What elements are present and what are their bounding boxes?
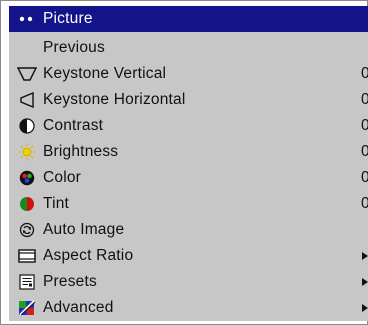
menu-item-value: 0 xyxy=(361,91,368,108)
menu-item-contrast[interactable]: Contrast 0 xyxy=(9,113,368,139)
menu-item-label: Keystone Vertical xyxy=(43,65,167,82)
menu-title: Picture xyxy=(43,10,93,27)
menu-item-value: 0 xyxy=(361,169,368,186)
menu-item-label: Color xyxy=(43,169,82,186)
menu-item-label: Keystone Horizontal xyxy=(43,91,186,108)
brightness-icon xyxy=(17,143,37,161)
menu-item-label: Auto Image xyxy=(43,221,125,238)
menu-item-advanced[interactable]: Advanced xyxy=(9,295,368,321)
menu-item-aspect-ratio[interactable]: Aspect Ratio xyxy=(9,243,368,269)
auto-image-icon xyxy=(17,221,37,239)
tint-icon xyxy=(17,195,37,213)
menu-item-label: Presets xyxy=(43,273,97,290)
menu-item-value: 0 xyxy=(361,117,368,134)
submenu-arrow-icon xyxy=(362,252,368,260)
menu-item-keystone-horizontal[interactable]: Keystone Horizontal 0 xyxy=(9,87,368,113)
presets-icon xyxy=(17,273,37,291)
contrast-icon xyxy=(17,117,37,135)
menu-item-tint[interactable]: Tint 0 xyxy=(9,191,368,217)
menu-item-presets[interactable]: Presets xyxy=(9,269,368,295)
menu-item-auto-image[interactable]: Auto Image xyxy=(9,217,368,243)
menu-item-label: Contrast xyxy=(43,117,104,134)
submenu-arrow-icon xyxy=(362,278,368,286)
color-icon xyxy=(17,169,37,187)
menu-item-label: Advanced xyxy=(43,299,114,316)
advanced-icon xyxy=(17,299,37,317)
menu-item-keystone-vertical[interactable]: Keystone Vertical 0 xyxy=(9,61,368,87)
menu-item-color[interactable]: Color 0 xyxy=(9,165,368,191)
menu-item-label: Aspect Ratio xyxy=(43,247,134,264)
menu-item-previous[interactable]: Previous xyxy=(9,35,368,61)
menu-item-label: Brightness xyxy=(43,143,119,160)
menu-item-label: Previous xyxy=(43,39,105,56)
menu-frame: Picture Previous Keystone Vertical 0 Key… xyxy=(0,0,368,325)
dots-icon xyxy=(17,10,37,28)
menu-item-label: Tint xyxy=(43,195,70,212)
aspect-ratio-icon xyxy=(17,247,37,265)
menu-item-value: 0 xyxy=(361,195,368,212)
keystone-horizontal-icon xyxy=(17,91,37,109)
menu-item-value: 0 xyxy=(361,65,368,82)
submenu-arrow-icon xyxy=(362,304,368,312)
keystone-vertical-icon xyxy=(17,65,37,83)
menu-header-picture[interactable]: Picture xyxy=(9,6,368,32)
menu-item-value: 0 xyxy=(361,143,368,160)
menu-item-brightness[interactable]: Brightness 0 xyxy=(9,139,368,165)
picture-menu: Picture Previous Keystone Vertical 0 Key… xyxy=(9,6,368,321)
